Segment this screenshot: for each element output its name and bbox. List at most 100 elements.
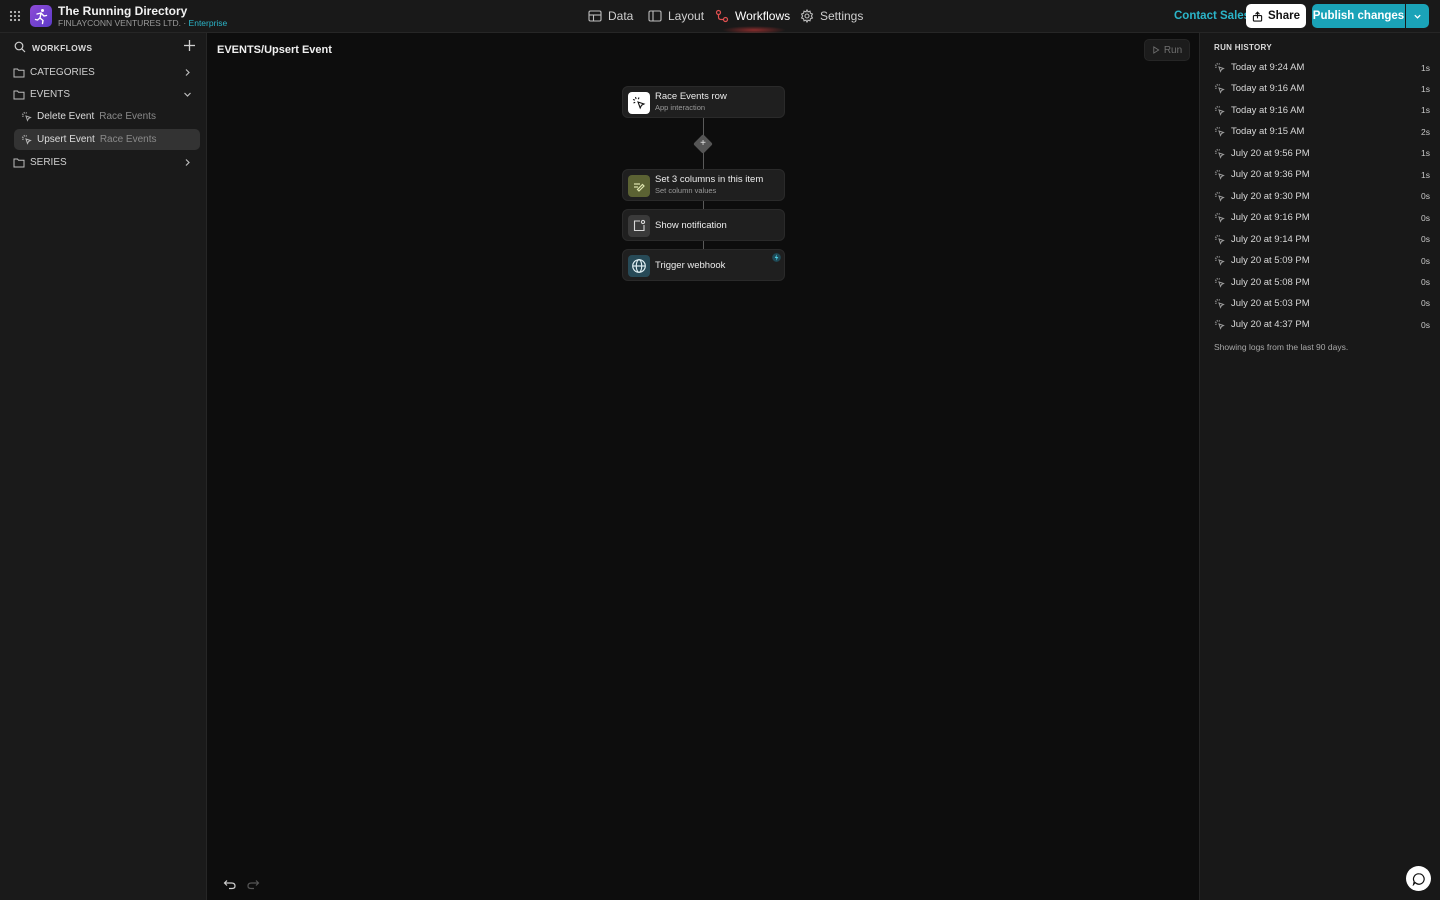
nav-data[interactable]: Data (588, 9, 633, 23)
run-history-item[interactable]: July 20 at 9:36 PM 1s (1214, 164, 1430, 185)
run-time: July 20 at 9:30 PM (1231, 190, 1310, 202)
share-button[interactable]: Share (1246, 4, 1306, 28)
nav-workflows-label: Workflows (735, 9, 791, 23)
share-label: Share (1268, 10, 1300, 22)
chevron-right-icon (185, 68, 190, 76)
node-title: Trigger webhook (655, 260, 726, 271)
run-history-panel: RUN HISTORY Today at 9:24 AM 1s Today at 9… (1199, 33, 1440, 900)
share-icon (1252, 10, 1263, 22)
run-history-item[interactable]: July 20 at 9:30 PM 0s (1214, 186, 1430, 207)
run-history-item[interactable]: Today at 9:16 AM 1s (1214, 100, 1430, 121)
run-duration: 2s (1421, 126, 1430, 137)
run-history-item[interactable]: July 20 at 4:37 PM 0s (1214, 314, 1430, 335)
run-history-item[interactable]: Today at 9:16 AM 1s (1214, 78, 1430, 99)
cursor-click-icon (1214, 298, 1225, 309)
nav-settings[interactable]: Settings (800, 9, 863, 23)
cursor-click-icon (1214, 234, 1225, 245)
play-icon (1153, 46, 1160, 54)
run-time: July 20 at 9:56 PM (1231, 147, 1310, 159)
show-notification-node[interactable]: Show notification (622, 209, 785, 241)
undo-icon[interactable] (223, 879, 236, 890)
nav-settings-label: Settings (820, 9, 864, 23)
cursor-click-icon (1214, 255, 1225, 266)
folder-categories[interactable]: CATEGORIES (13, 62, 197, 82)
run-time: July 20 at 5:08 PM (1231, 276, 1310, 288)
run-history-item[interactable]: Today at 9:15 AM 2s (1214, 121, 1430, 142)
top-bar: The Running Directory FINLAYCONN VENTURE… (0, 0, 1440, 34)
nav-data-label: Data (608, 9, 634, 23)
notification-icon (628, 215, 650, 237)
run-duration: 0s (1421, 277, 1430, 287)
workflow-item-delete-event[interactable]: Delete Event Race Events (14, 106, 200, 127)
run-button[interactable]: Run (1144, 39, 1190, 61)
workflow-icon (715, 9, 729, 23)
connector-line (703, 241, 704, 249)
cursor-click-icon (1214, 62, 1225, 73)
run-duration: 1s (1421, 105, 1430, 116)
bolt-icon (772, 253, 781, 262)
trigger-node[interactable]: Race Events row App interaction (622, 86, 785, 118)
workflow-canvas[interactable]: EVENTS/Upsert Event Run + Race Events ro… (207, 33, 1199, 900)
workflow-item-upsert-event[interactable]: Upsert Event Race Events (14, 129, 200, 150)
run-time: Today at 9:15 AM (1231, 126, 1305, 138)
run-duration: 0s (1421, 191, 1430, 202)
gear-icon (800, 9, 814, 23)
run-time: July 20 at 9:16 PM (1231, 212, 1310, 224)
nav-workflows[interactable]: Workflows (715, 9, 790, 23)
folder-label: SERIES (30, 156, 67, 168)
run-history-note: Showing logs from the last 90 days. (1214, 342, 1349, 352)
run-history-item[interactable]: July 20 at 5:08 PM 0s (1214, 272, 1430, 293)
run-time: Today at 9:16 AM (1231, 104, 1305, 116)
publish-button[interactable]: Publish changes (1312, 4, 1405, 28)
run-history-item[interactable]: July 20 at 9:14 PM 0s (1214, 229, 1430, 250)
node-subtitle: Set column values (655, 186, 717, 195)
publish-options-button[interactable] (1406, 4, 1429, 28)
run-history-item[interactable]: July 20 at 9:56 PM 1s (1214, 143, 1430, 164)
run-time: July 20 at 9:14 PM (1231, 233, 1310, 245)
run-duration: 0s (1421, 234, 1430, 245)
folder-icon (13, 68, 25, 77)
support-chat-button[interactable] (1406, 866, 1431, 891)
table-icon (588, 10, 602, 22)
run-time: July 20 at 4:37 PM (1231, 319, 1310, 331)
redo-icon[interactable] (247, 879, 260, 890)
run-history-item[interactable]: Today at 9:24 AM 1s (1214, 57, 1430, 78)
folder-events[interactable]: EVENTS (13, 84, 197, 104)
chat-bubble-icon (1412, 872, 1425, 886)
add-workflow-icon[interactable] (183, 39, 196, 52)
nav-layout[interactable]: Layout (648, 9, 704, 23)
folder-icon (13, 158, 25, 167)
node-subtitle: App interaction (655, 103, 706, 112)
folder-icon (13, 90, 25, 99)
node-title: Race Events row (655, 91, 727, 102)
workflow-table: Race Events (99, 111, 156, 122)
workflow-label: Upsert Event (37, 134, 95, 145)
search-icon[interactable] (14, 41, 26, 53)
breadcrumb: EVENTS/Upsert Event (217, 44, 332, 56)
trigger-webhook-node[interactable]: Trigger webhook (622, 249, 785, 281)
workflows-sidebar: WORKFLOWS CATEGORIES EVENTS Delete Event… (0, 33, 207, 900)
nav-layout-label: Layout (668, 9, 705, 23)
run-history-item[interactable]: July 20 at 5:03 PM 0s (1214, 293, 1430, 314)
cursor-click-icon (1214, 105, 1225, 116)
contact-sales-link[interactable]: Contact Sales (1174, 10, 1250, 22)
run-history-item[interactable]: July 20 at 5:09 PM 0s (1214, 250, 1430, 271)
folder-series[interactable]: SERIES (13, 152, 197, 172)
run-time: July 20 at 9:36 PM (1231, 169, 1310, 181)
set-columns-node[interactable]: Set 3 columns in this item Set column va… (622, 169, 785, 201)
cursor-click-icon (1214, 84, 1225, 95)
folder-label: CATEGORIES (30, 66, 95, 78)
plus-icon: + (700, 138, 706, 149)
node-title: Set 3 columns in this item (655, 174, 764, 185)
run-time: July 20 at 5:09 PM (1231, 255, 1310, 267)
edit-columns-icon (628, 175, 650, 197)
layout-icon (648, 10, 662, 22)
workflow-table: Race Events (99, 134, 157, 145)
run-history-item[interactable]: July 20 at 9:16 PM 0s (1214, 207, 1430, 228)
chevron-down-icon (184, 92, 191, 97)
globe-icon (628, 255, 650, 277)
cursor-click-icon (1214, 320, 1225, 331)
run-time: Today at 9:24 AM (1231, 62, 1305, 73)
chevron-right-icon (185, 158, 190, 166)
run-duration: 0s (1421, 298, 1430, 309)
